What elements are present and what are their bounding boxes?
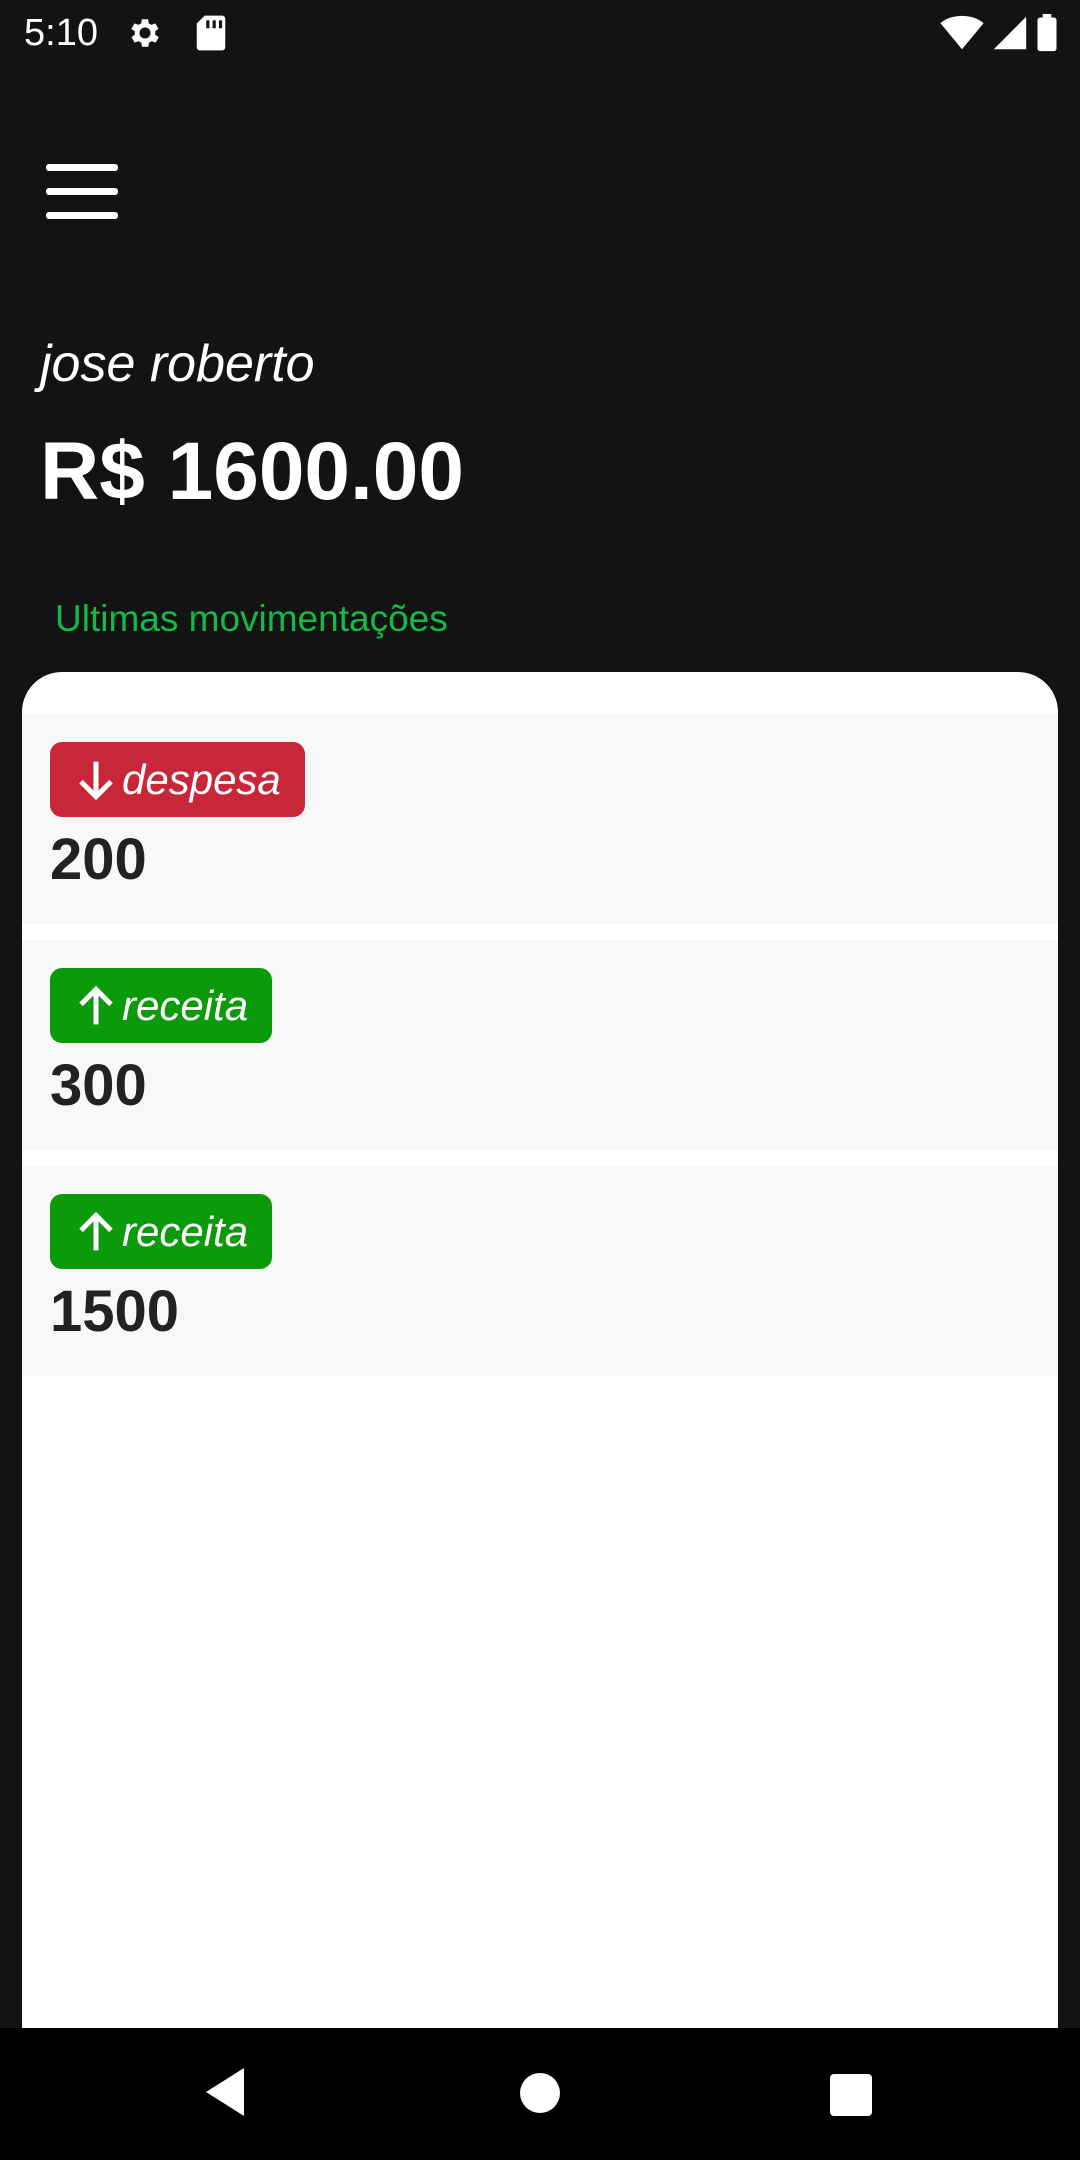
type-label: receita xyxy=(122,981,249,1029)
hamburger-menu-icon[interactable] xyxy=(46,164,118,220)
type-label: despesa xyxy=(122,755,281,803)
status-bar: 5:10 xyxy=(0,0,1080,66)
movement-value: 300 xyxy=(50,1053,147,1118)
list-item[interactable]: despesa 200 xyxy=(22,714,1058,924)
arrow-up-icon xyxy=(79,985,113,1024)
balance-amount: R$ 1600.00 xyxy=(40,426,465,517)
user-name: jose roberto xyxy=(40,335,315,393)
type-label: receita xyxy=(122,1207,249,1255)
list-item[interactable]: receita 300 xyxy=(22,940,1058,1150)
navigation-bar xyxy=(0,2028,1080,2160)
signal-icon xyxy=(993,16,1027,50)
battery-icon xyxy=(1037,14,1057,52)
section-title: Ultimas movimentações xyxy=(55,598,448,639)
back-icon[interactable] xyxy=(204,2064,246,2120)
status-right-icons xyxy=(940,14,1058,52)
app-screen: 5:10 jose roberto R$ 1600.00 Ultimas mov… xyxy=(0,0,1080,2160)
home-icon[interactable] xyxy=(519,2072,561,2114)
movement-value: 200 xyxy=(50,827,147,892)
gear-icon xyxy=(131,19,159,47)
type-badge: despesa xyxy=(50,742,305,817)
movement-value: 1500 xyxy=(50,1279,180,1344)
arrow-up-icon xyxy=(79,1211,113,1250)
movements-card: despesa 200 receita 300 receita 1500 xyxy=(22,672,1058,2028)
type-badge: receita xyxy=(50,1194,273,1269)
wifi-icon xyxy=(940,15,984,50)
recents-icon[interactable] xyxy=(829,2073,873,2117)
status-time: 5:10 xyxy=(24,12,98,54)
sd-card-icon xyxy=(196,15,226,51)
type-badge: receita xyxy=(50,968,273,1043)
status-left-icons xyxy=(126,14,228,52)
list-item[interactable]: receita 1500 xyxy=(22,1166,1058,1376)
arrow-down-icon xyxy=(79,761,113,800)
